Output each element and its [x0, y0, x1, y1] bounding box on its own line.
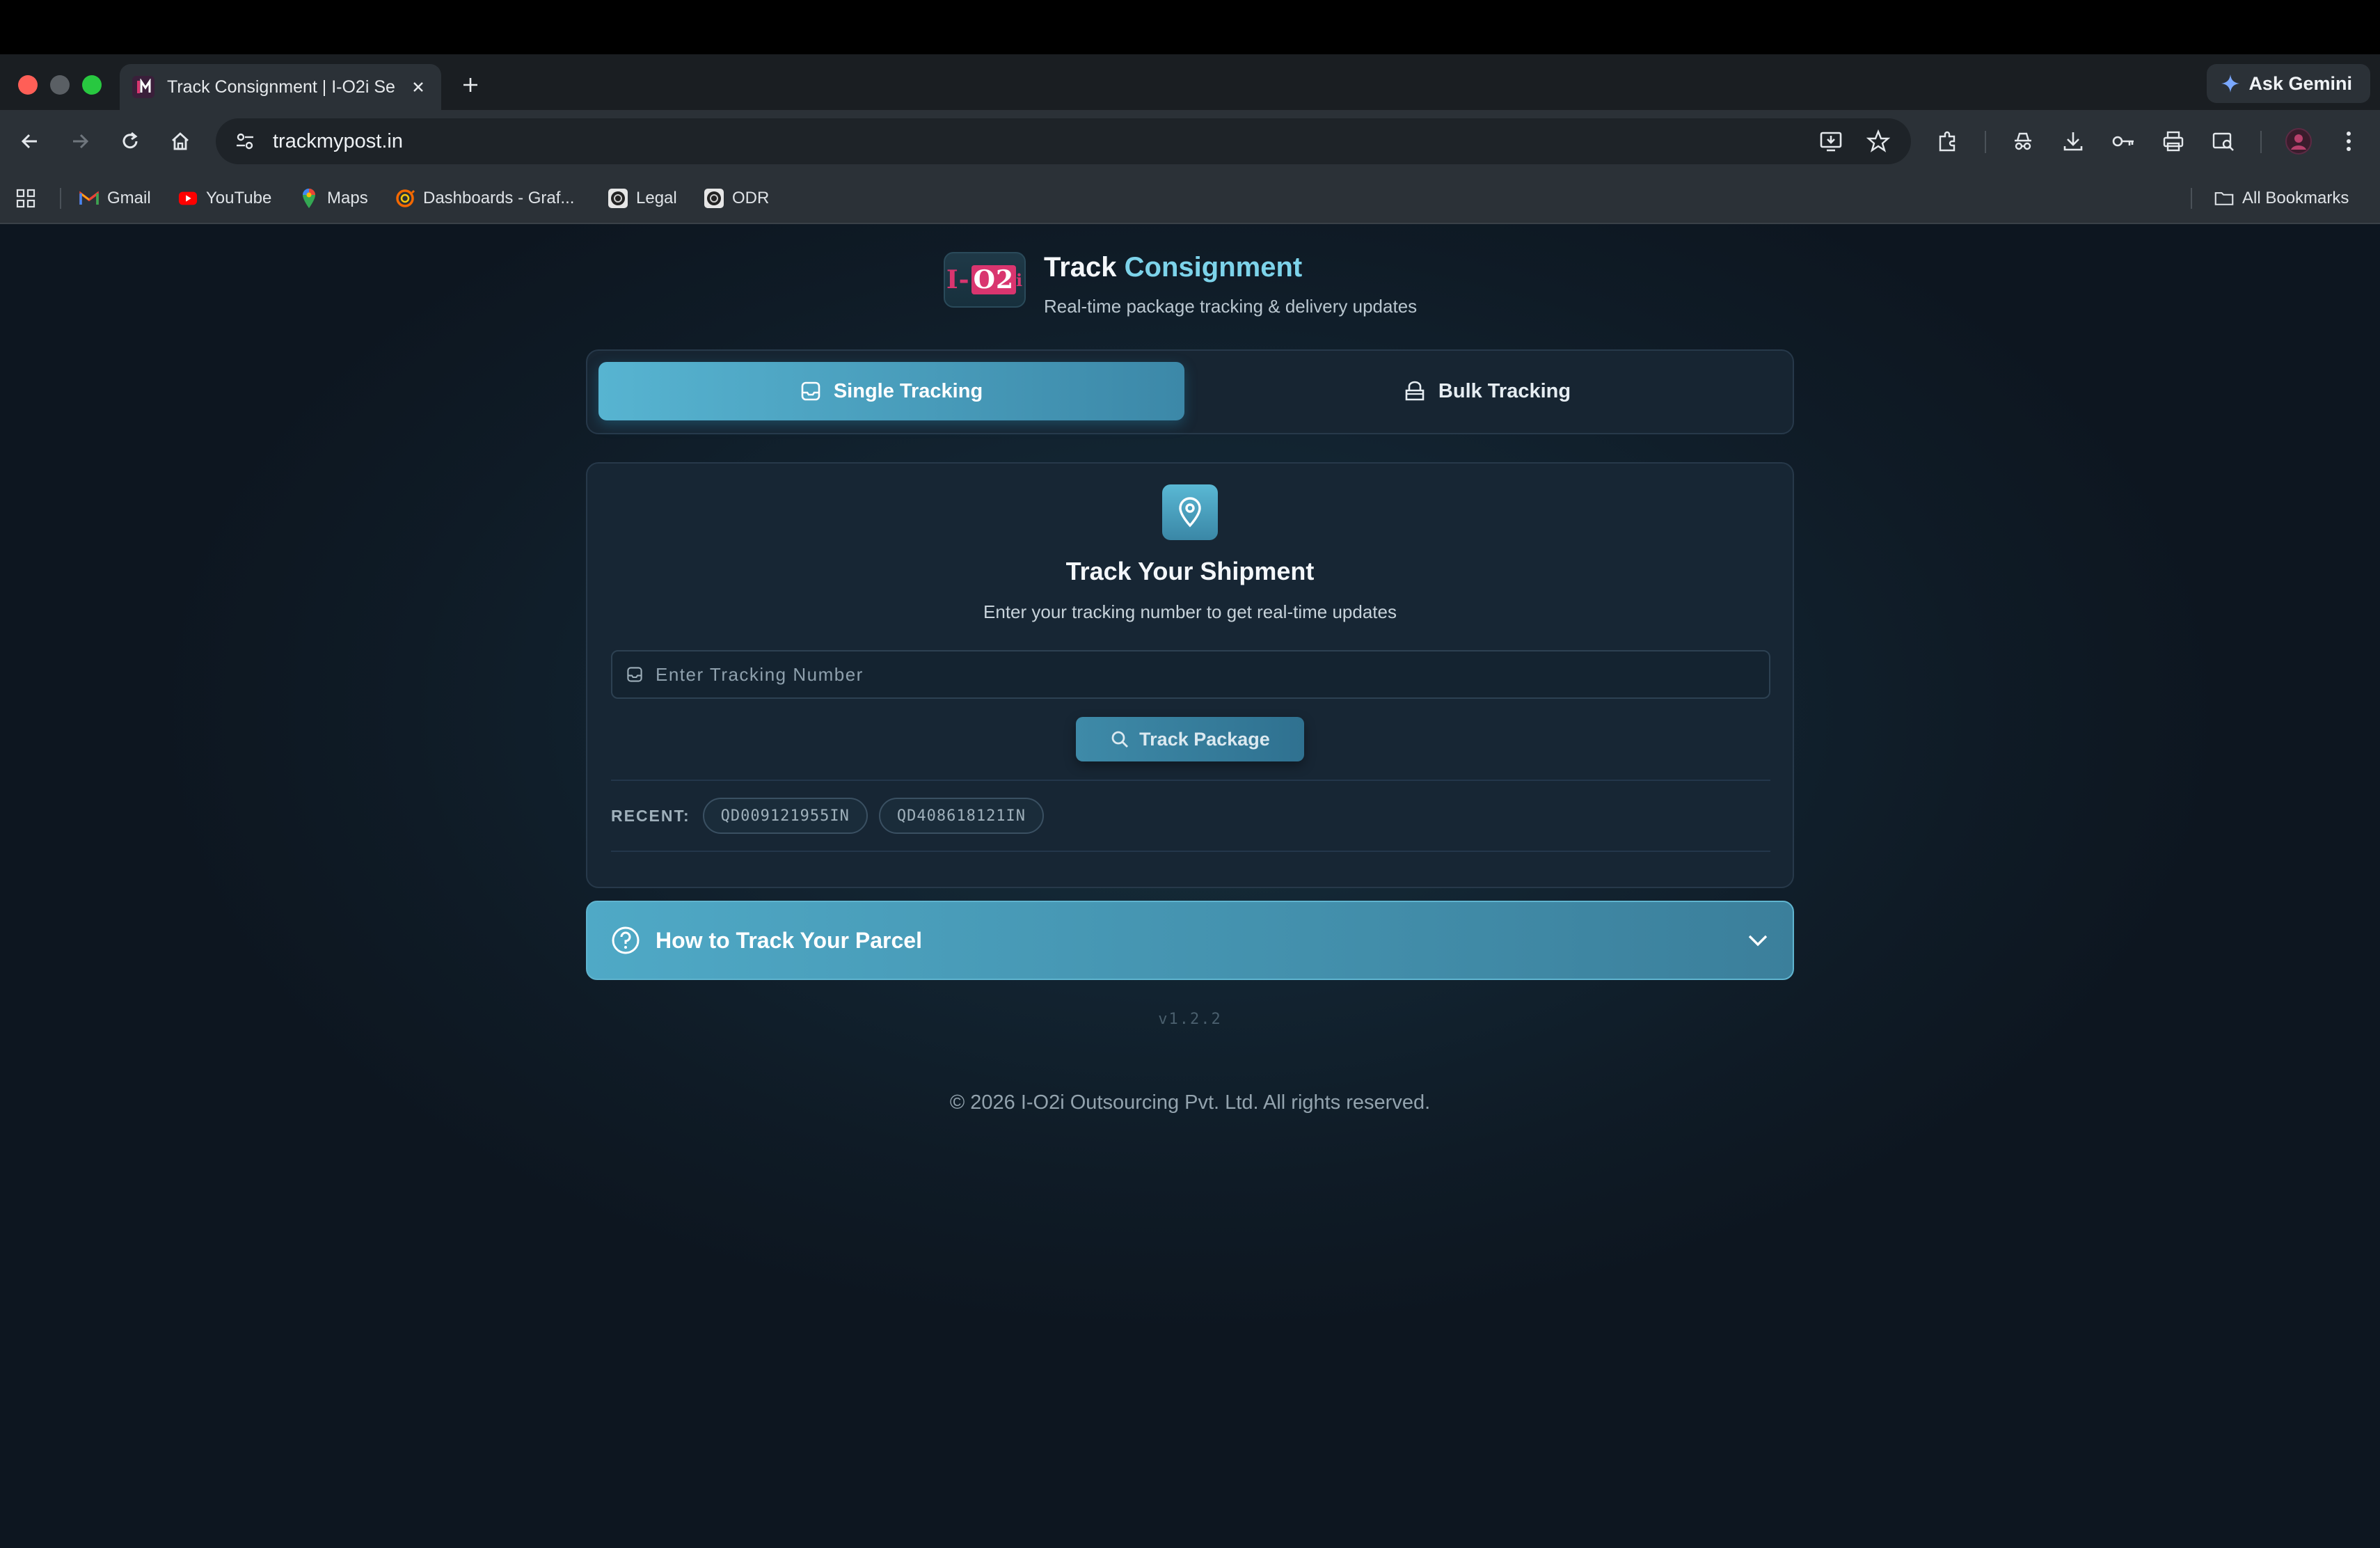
logo-text-right: O2 — [971, 265, 1017, 294]
toolbar-separator — [2260, 131, 2262, 153]
maps-icon — [299, 189, 319, 208]
legal-icon — [608, 189, 628, 208]
accordion-title: How to Track Your Parcel — [656, 927, 922, 953]
grafana-icon — [395, 189, 415, 208]
bookmark-youtube[interactable]: YouTube — [178, 173, 271, 224]
forward-button[interactable] — [64, 125, 96, 157]
bookmark-label: Maps — [327, 189, 368, 207]
bookmark-label: Legal — [636, 189, 677, 207]
logo-text-left: I- — [946, 265, 970, 294]
inbox-icon — [801, 381, 820, 401]
browser-menu-icon[interactable] — [2333, 125, 2365, 157]
ask-gemini-button[interactable]: Ask Gemini — [2207, 64, 2370, 103]
ask-gemini-label: Ask Gemini — [2248, 72, 2352, 94]
page-content: I- O2 i Track Consignment Real-time packag… — [0, 224, 2380, 1548]
recent-chip[interactable]: QD408618121IN — [878, 798, 1045, 834]
bookmark-label: YouTube — [206, 189, 272, 207]
package-icon — [1405, 381, 1425, 401]
browser-toolbar: trackmypost.in — [0, 110, 2380, 173]
help-circle-icon — [612, 926, 640, 954]
browser-tab-active[interactable]: Track Consignment | I-O2i Se — [120, 64, 441, 110]
close-tab-icon[interactable] — [408, 77, 429, 97]
bookmark-label: Gmail — [107, 189, 151, 207]
url-text[interactable]: trackmypost.in — [273, 130, 1802, 153]
track-package-label: Track Package — [1139, 728, 1270, 750]
search-tab-icon[interactable] — [2207, 125, 2239, 157]
address-bar[interactable]: trackmypost.in — [216, 118, 1911, 164]
bookmark-dashboards-grafana[interactable]: Dashboards - Graf... — [395, 173, 574, 224]
download-icon[interactable] — [2057, 125, 2089, 157]
tab-bulk-tracking[interactable]: Bulk Tracking — [1194, 362, 1780, 420]
recent-searches: RECENT: QD009121955IN QD408618121IN — [611, 798, 1045, 834]
tab-strip: Track Consignment | I-O2i Se Ask Gemini — [0, 54, 2380, 110]
divider — [611, 780, 1770, 781]
tab-single-tracking-label: Single Tracking — [833, 379, 983, 402]
search-icon — [1111, 731, 1129, 748]
bookmarks-bar: Gmail YouTube Maps Dashboards - Graf... … — [0, 173, 2380, 224]
bookmarks-separator — [2191, 188, 2192, 209]
page-title-accent: Consignment — [1124, 252, 1303, 283]
brand-header: I- O2 i Track Consignment Real-time packag… — [944, 252, 1417, 317]
folder-icon — [2214, 189, 2234, 208]
gmail-icon — [79, 189, 99, 208]
bookmark-label: ODR — [732, 189, 770, 207]
tracking-input-wrapper — [611, 650, 1770, 699]
page-title: Track Consignment — [1044, 252, 1417, 283]
odr-icon — [704, 189, 724, 208]
home-button[interactable] — [164, 125, 196, 157]
bookmark-maps[interactable]: Maps — [299, 173, 368, 224]
bookmark-label: Dashboards - Graf... — [423, 189, 575, 207]
install-app-icon[interactable] — [1812, 123, 1850, 160]
toolbar-separator — [1985, 131, 1986, 153]
print-icon[interactable] — [2157, 125, 2189, 157]
bookmark-gmail[interactable]: Gmail — [79, 173, 151, 224]
maximize-window-button[interactable] — [82, 75, 102, 95]
logo-text-tail: i — [1016, 269, 1024, 290]
gemini-sparkle-icon — [2221, 74, 2240, 93]
all-bookmarks-label: All Bookmarks — [2242, 189, 2349, 207]
site-favicon-icon — [132, 76, 154, 98]
page-title-main: Track — [1044, 252, 1125, 283]
tracking-card: Track Your Shipment Enter your tracking … — [586, 462, 1794, 888]
tracking-number-input[interactable] — [654, 663, 1755, 686]
site-settings-icon[interactable] — [230, 126, 260, 157]
tracking-mode-tabs: Single Tracking Bulk Tracking — [586, 349, 1794, 434]
tab-bulk-tracking-label: Bulk Tracking — [1438, 379, 1571, 402]
tracker-subtitle: Enter your tracking number to get real-t… — [983, 601, 1397, 622]
divider — [611, 851, 1770, 852]
profile-avatar[interactable] — [2283, 125, 2315, 157]
recent-chip[interactable]: QD009121955IN — [702, 798, 868, 834]
company-logo: I- O2 i — [944, 252, 1026, 308]
reload-button[interactable] — [114, 125, 146, 157]
how-to-track-accordion[interactable]: How to Track Your Parcel — [586, 901, 1794, 980]
tracker-title: Track Your Shipment — [1065, 557, 1315, 585]
close-window-button[interactable] — [18, 75, 38, 95]
bookmark-star-icon[interactable] — [1859, 123, 1897, 160]
new-tab-button[interactable] — [457, 71, 484, 99]
page-subtitle: Real-time package tracking & delivery up… — [1044, 296, 1418, 317]
incognito-icon[interactable] — [2007, 125, 2039, 157]
bookmarks-separator — [60, 188, 61, 209]
tab-single-tracking[interactable]: Single Tracking — [598, 362, 1184, 420]
minimize-window-button[interactable] — [50, 75, 70, 95]
recent-label: RECENT: — [611, 806, 690, 825]
all-bookmarks-button[interactable]: All Bookmarks — [2214, 173, 2349, 224]
youtube-icon — [178, 189, 198, 208]
password-key-icon[interactable] — [2107, 125, 2139, 157]
bookmark-odr[interactable]: ODR — [704, 173, 769, 224]
bookmark-legal[interactable]: Legal — [608, 173, 677, 224]
location-pin-icon — [1162, 484, 1218, 540]
back-button[interactable] — [14, 125, 46, 157]
track-package-button[interactable]: Track Package — [1076, 717, 1304, 761]
tab-title: Track Consignment | I-O2i Se — [167, 77, 395, 97]
footer-copyright: © 2026 I-O2i Outsourcing Pvt. Ltd. All r… — [949, 1091, 1431, 1114]
apps-grid-icon[interactable] — [15, 173, 36, 224]
version-label: v1.2.2 — [1158, 1011, 1222, 1028]
chevron-down-icon — [1748, 935, 1768, 947]
browser-chrome: Track Consignment | I-O2i Se Ask Gemini — [0, 54, 2380, 224]
inbox-icon — [627, 667, 642, 682]
extensions-icon[interactable] — [1932, 125, 1964, 157]
